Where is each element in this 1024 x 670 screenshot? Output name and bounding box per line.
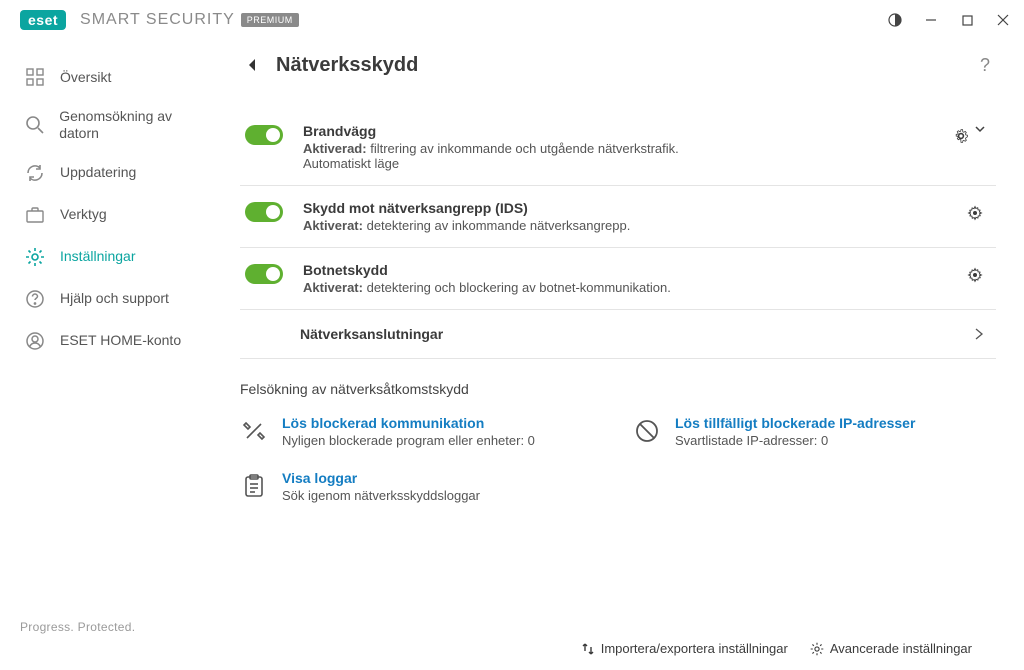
- module-status: Aktiverat: detektering av inkommande nät…: [303, 218, 956, 233]
- troubleshoot-logs: Visa loggar Sök igenom nätverksskyddslog…: [240, 464, 603, 509]
- sidebar-item-scan[interactable]: Genomsökning av datorn: [0, 98, 230, 152]
- state-label: Aktiverat:: [303, 218, 363, 233]
- troubleshoot-grid: Lös blockerad kommunikation Nyligen bloc…: [240, 409, 996, 509]
- state-label: Aktiverad:: [303, 141, 367, 156]
- troubleshoot-blocked-ip: Lös tillfälligt blockerade IP-adresser S…: [633, 409, 996, 454]
- row-link-title: Nätverksanslutningar: [300, 326, 443, 342]
- module-title: Skydd mot nätverksangrepp (IDS): [303, 200, 956, 216]
- troubleshoot-sub: Nyligen blockerade program eller enheter…: [282, 433, 535, 448]
- help-button[interactable]: ?: [974, 55, 996, 76]
- firewall-settings-button[interactable]: [950, 125, 972, 147]
- troubleshoot-sub: Sök igenom nätverksskyddsloggar: [282, 488, 480, 503]
- tier-badge: PREMIUM: [241, 13, 299, 27]
- module-firewall: Brandvägg Aktiverad: filtrering av inkom…: [240, 109, 996, 186]
- refresh-icon: [24, 162, 46, 184]
- footer-tagline: Progress. Protected.: [0, 620, 230, 652]
- sidebar-item-label: Uppdatering: [60, 164, 136, 181]
- state-desc: detektering och blockering av botnet-kom…: [367, 280, 671, 295]
- module-title: Brandvägg: [303, 123, 942, 139]
- module-text: Botnetskydd Aktiverat: detektering och b…: [303, 262, 956, 295]
- bottom-link-label: Avancerade inställningar: [830, 641, 972, 656]
- module-text: Skydd mot nätverksangrepp (IDS) Aktivera…: [303, 200, 956, 233]
- troubleshoot-link[interactable]: Visa loggar: [282, 470, 480, 486]
- module-status: Aktiverat: detektering och blockering av…: [303, 280, 956, 295]
- import-export-link[interactable]: Importera/exportera inställningar: [581, 641, 788, 656]
- botnet-settings-button[interactable]: [964, 264, 986, 286]
- minimize-button[interactable]: [924, 13, 938, 27]
- advanced-settings-link[interactable]: Avancerade inställningar: [810, 641, 972, 656]
- product-name: SMART SECURITY: [80, 11, 235, 29]
- overview-icon: [24, 66, 46, 88]
- state-desc: detektering av inkommande nätverksangrep…: [367, 218, 631, 233]
- troubleshoot-sub: Svartlistade IP-adresser: 0: [675, 433, 915, 448]
- page-title: Nätverksskydd: [276, 54, 418, 77]
- troubleshoot-link[interactable]: Lös tillfälligt blockerade IP-adresser: [675, 415, 915, 431]
- module-text: Brandvägg Aktiverad: filtrering av inkom…: [303, 123, 942, 171]
- clipboard-icon: [240, 472, 268, 500]
- ids-toggle[interactable]: [245, 202, 283, 222]
- window-controls: [888, 13, 1010, 27]
- import-export-icon: [581, 642, 595, 656]
- briefcase-icon: [24, 204, 46, 226]
- gear-icon: [24, 246, 46, 268]
- module-status: Aktiverad: filtrering av inkommande och …: [303, 141, 942, 156]
- magnifier-icon: [24, 114, 45, 136]
- sidebar-item-tools[interactable]: Verktyg: [0, 194, 230, 236]
- titlebar-left: eset SMART SECURITY PREMIUM: [20, 10, 299, 30]
- firewall-toggle[interactable]: [245, 125, 283, 145]
- troubleshoot-link[interactable]: Lös blockerad kommunikation: [282, 415, 535, 431]
- tools-icon: [240, 417, 268, 445]
- module-botnet: Botnetskydd Aktiverat: detektering och b…: [240, 248, 996, 310]
- sidebar-item-label: Verktyg: [60, 206, 107, 223]
- sidebar-item-overview[interactable]: Översikt: [0, 56, 230, 98]
- sidebar-item-home-account[interactable]: ESET HOME-konto: [0, 320, 230, 362]
- sidebar-item-update[interactable]: Uppdatering: [0, 152, 230, 194]
- maximize-button[interactable]: [960, 13, 974, 27]
- state-label: Aktiverat:: [303, 280, 363, 295]
- state-desc: filtrering av inkommande och utgående nä…: [370, 141, 679, 156]
- module-ids: Skydd mot nätverksangrepp (IDS) Aktivera…: [240, 186, 996, 248]
- sidebar-item-label: Översikt: [60, 69, 111, 86]
- gear-icon: [810, 642, 824, 656]
- bottom-link-label: Importera/exportera inställningar: [601, 641, 788, 656]
- sidebar-item-label: Hjälp och support: [60, 290, 169, 307]
- account-icon: [24, 330, 46, 352]
- chevron-right-icon: [972, 327, 986, 341]
- blocked-icon: [633, 417, 661, 445]
- chevron-down-icon[interactable]: [974, 123, 986, 135]
- sidebar-item-label: ESET HOME-konto: [60, 332, 181, 349]
- sidebar-item-settings[interactable]: Inställningar: [0, 236, 230, 278]
- eset-logo: eset: [20, 10, 66, 30]
- troubleshoot-blocked-comm: Lös blockerad kommunikation Nyligen bloc…: [240, 409, 603, 454]
- module-extra: Automatiskt läge: [303, 156, 942, 171]
- back-button[interactable]: [240, 53, 264, 77]
- contrast-icon[interactable]: [888, 13, 902, 27]
- troubleshoot-heading: Felsökning av nätverksåtkomstskydd: [240, 359, 996, 409]
- bottom-bar: Importera/exportera inställningar Avance…: [240, 627, 996, 670]
- sidebar-item-help[interactable]: Hjälp och support: [0, 278, 230, 320]
- main-panel: Nätverksskydd ? Brandvägg Aktiverad: fil…: [230, 38, 1024, 670]
- content: Brandvägg Aktiverad: filtrering av inkom…: [240, 89, 996, 627]
- main-header: Nätverksskydd ?: [240, 53, 996, 89]
- sidebar-item-label: Genomsökning av datorn: [59, 108, 210, 142]
- close-button[interactable]: [996, 13, 1010, 27]
- network-connections-row[interactable]: Nätverksanslutningar: [240, 310, 996, 359]
- module-title: Botnetskydd: [303, 262, 956, 278]
- titlebar: eset SMART SECURITY PREMIUM: [0, 0, 1024, 38]
- sidebar-item-label: Inställningar: [60, 248, 136, 265]
- help-icon: [24, 288, 46, 310]
- ids-settings-button[interactable]: [964, 202, 986, 224]
- sidebar: Översikt Genomsökning av datorn Uppdater…: [0, 38, 230, 670]
- botnet-toggle[interactable]: [245, 264, 283, 284]
